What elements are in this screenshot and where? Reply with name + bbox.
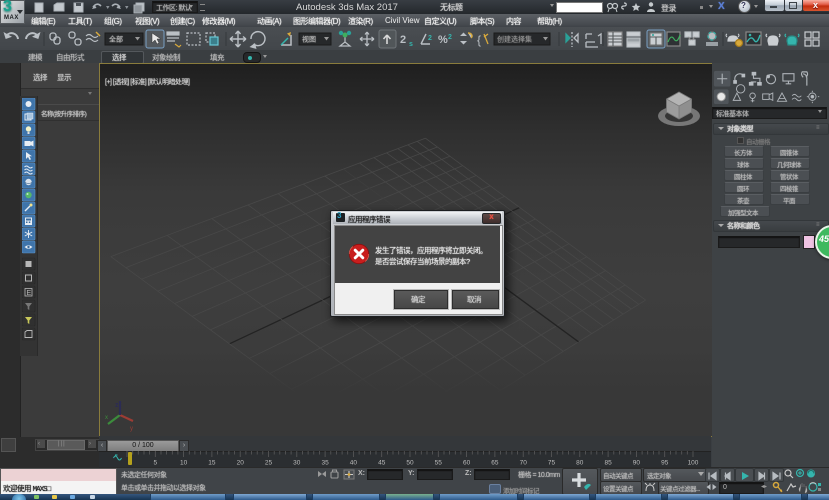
svg-text:100: 100 [688, 460, 699, 467]
svg-text:20: 20 [237, 460, 245, 467]
svg-text:70: 70 [520, 460, 528, 467]
svg-text:80: 80 [576, 460, 584, 467]
svg-text:创建选择集: 创建选择集 [497, 35, 532, 44]
svg-text:85: 85 [604, 460, 612, 467]
svg-text:s: s [409, 41, 413, 48]
svg-text:60: 60 [463, 460, 471, 467]
svg-text:55: 55 [435, 460, 443, 467]
svg-text:45: 45 [378, 460, 386, 467]
svg-text:z: z [115, 402, 119, 409]
svg-text:30: 30 [293, 460, 301, 467]
svg-text:2: 2 [448, 34, 452, 41]
svg-text:E: E [27, 290, 32, 297]
svg-text:40: 40 [350, 460, 358, 467]
svg-text:全部: 全部 [109, 35, 123, 44]
svg-text:95: 95 [661, 460, 669, 467]
svg-text:y: y [130, 426, 133, 432]
svg-text:90: 90 [633, 460, 641, 467]
svg-text:视图: 视图 [302, 35, 316, 44]
svg-text:2: 2 [400, 34, 406, 46]
svg-text:10: 10 [180, 460, 188, 467]
svg-text:x: x [105, 415, 108, 421]
svg-text:75: 75 [548, 460, 556, 467]
svg-text:%: % [438, 34, 448, 46]
svg-text:25: 25 [265, 460, 273, 467]
svg-text:50: 50 [406, 460, 414, 467]
svg-text:15: 15 [208, 460, 216, 467]
svg-text:{: { [477, 33, 481, 47]
svg-text:5: 5 [153, 460, 157, 467]
svg-text:65: 65 [491, 460, 499, 467]
svg-text:2: 2 [428, 35, 432, 42]
svg-text:35: 35 [321, 460, 329, 467]
